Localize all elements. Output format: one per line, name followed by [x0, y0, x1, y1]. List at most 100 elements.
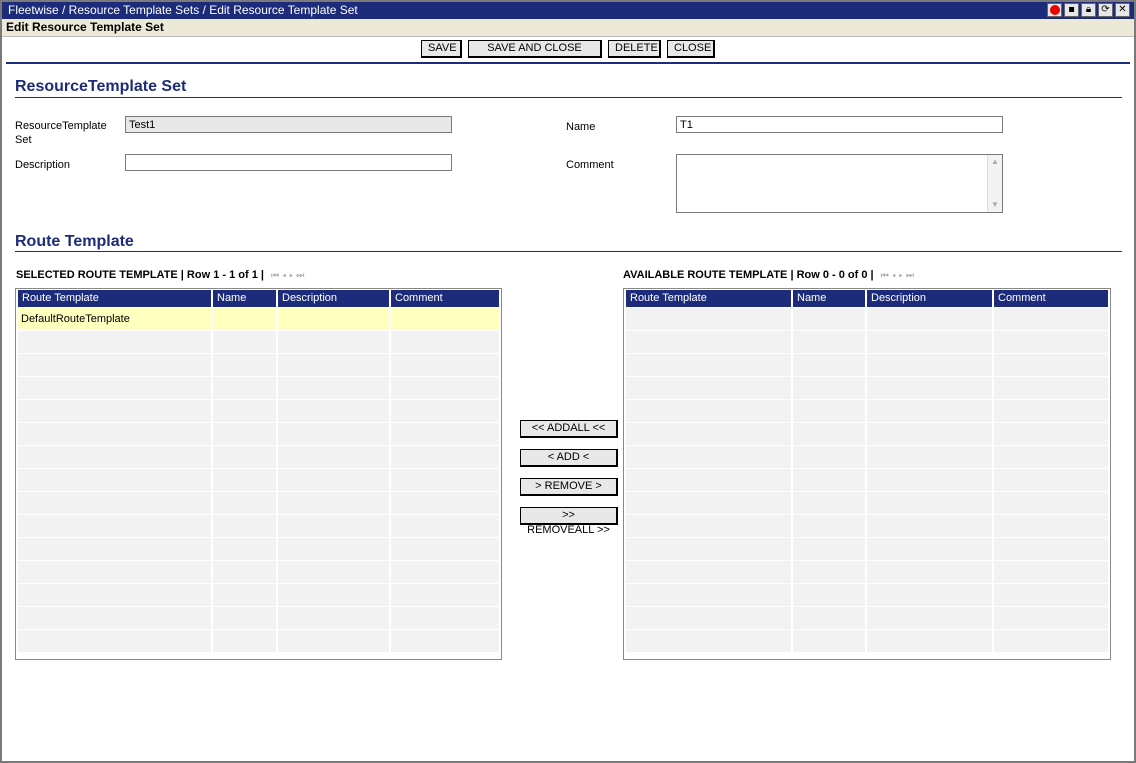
- empty-row: [626, 354, 1108, 376]
- table-cell: [213, 469, 276, 491]
- table-cell: [994, 561, 1108, 583]
- section-divider: [15, 251, 1122, 252]
- table-cell: [213, 584, 276, 606]
- table-cell: [867, 423, 992, 445]
- close-icon[interactable]: ✕: [1115, 3, 1130, 17]
- save-icon[interactable]: ▪: [1064, 3, 1079, 17]
- table-cell: [391, 446, 499, 468]
- app-window: Fleetwise / Resource Template Sets / Edi…: [0, 0, 1136, 763]
- column-header[interactable]: Route Template: [18, 290, 211, 307]
- table-cell: [626, 561, 791, 583]
- table-cell: [793, 492, 865, 514]
- table-cell: [18, 630, 211, 652]
- table-cell: [18, 400, 211, 422]
- table-cell: [18, 584, 211, 606]
- empty-row: [626, 492, 1108, 514]
- table-cell: [867, 308, 992, 330]
- table-cell: [867, 400, 992, 422]
- table-cell: [626, 584, 791, 606]
- table-cell: [626, 308, 791, 330]
- delete-button[interactable]: DELETE: [608, 40, 661, 58]
- table-cell: [867, 446, 992, 468]
- remove-button[interactable]: > REMOVE >: [520, 478, 618, 496]
- available-route-grid: Route Template Name Description Comment: [623, 288, 1111, 660]
- table-cell: [626, 630, 791, 652]
- table-cell: [867, 607, 992, 629]
- table-cell: [626, 469, 791, 491]
- table-cell: [994, 400, 1108, 422]
- comment-scrollbar[interactable]: ▲ ▼: [987, 155, 1002, 212]
- empty-row: [626, 630, 1108, 652]
- table-cell: [18, 354, 211, 376]
- column-header[interactable]: Description: [278, 290, 389, 307]
- table-cell: [994, 630, 1108, 652]
- description-field[interactable]: [125, 154, 452, 171]
- table-cell: [793, 630, 865, 652]
- pager-icons[interactable]: ⏮◂▸⏭: [271, 270, 307, 280]
- empty-row: [18, 446, 499, 468]
- close-button[interactable]: CLOSE: [667, 40, 715, 58]
- empty-row: [18, 354, 499, 376]
- available-list-heading: AVAILABLE ROUTE TEMPLATE | Row 0 - 0 of …: [623, 268, 917, 282]
- table-cell: [391, 492, 499, 514]
- remove-all-button[interactable]: >> REMOVEALL >>: [520, 507, 618, 536]
- table-cell: [391, 331, 499, 353]
- column-header[interactable]: Name: [793, 290, 865, 307]
- table-cell: [278, 538, 389, 560]
- column-header[interactable]: Comment: [391, 290, 499, 307]
- column-header[interactable]: Description: [867, 290, 992, 307]
- table-cell: [391, 354, 499, 376]
- table-cell: [867, 538, 992, 560]
- empty-row: [18, 469, 499, 491]
- save-and-close-button[interactable]: SAVE AND CLOSE: [468, 40, 602, 58]
- empty-row: [626, 561, 1108, 583]
- lock-icon[interactable]: 🔒︎: [1081, 3, 1096, 17]
- table-cell: [391, 400, 499, 422]
- table-cell: [18, 538, 211, 560]
- pager-icons[interactable]: ⏮◂▸⏭: [881, 270, 917, 280]
- table-cell: [391, 584, 499, 606]
- empty-row: [626, 515, 1108, 537]
- table-cell: [867, 377, 992, 399]
- empty-row: [626, 400, 1108, 422]
- add-all-button[interactable]: << ADDALL <<: [520, 420, 618, 438]
- section-title-set: ResourceTemplate Set: [15, 78, 187, 95]
- table-cell: [18, 331, 211, 353]
- table-cell: [867, 469, 992, 491]
- name-field[interactable]: [676, 116, 1003, 133]
- table-cell: [626, 515, 791, 537]
- empty-row: [626, 607, 1108, 629]
- table-row[interactable]: DefaultRouteTemplate: [18, 308, 499, 330]
- table-cell: [278, 607, 389, 629]
- table-cell: [213, 492, 276, 514]
- empty-row: [18, 400, 499, 422]
- comment-field[interactable]: ▲ ▼: [676, 154, 1003, 213]
- table-cell: [867, 584, 992, 606]
- table-cell: [18, 446, 211, 468]
- scroll-up-icon[interactable]: ▲: [988, 155, 1002, 169]
- table-cell: [626, 423, 791, 445]
- table-cell: [626, 607, 791, 629]
- table-cell: [793, 515, 865, 537]
- table-cell: [278, 446, 389, 468]
- column-header[interactable]: Route Template: [626, 290, 791, 307]
- empty-row: [18, 561, 499, 583]
- rt-set-field[interactable]: [125, 116, 452, 133]
- refresh-icon[interactable]: ⟳: [1098, 3, 1113, 17]
- scroll-down-icon[interactable]: ▼: [988, 198, 1002, 212]
- save-button[interactable]: SAVE: [421, 40, 462, 58]
- description-label: Description: [15, 159, 71, 171]
- table-cell: [18, 377, 211, 399]
- toolbar: SAVE SAVE AND CLOSE DELETE CLOSE: [2, 40, 1134, 63]
- comment-label: Comment: [566, 159, 614, 171]
- table-cell: [213, 354, 276, 376]
- selected-route-grid: Route Template Name Description Comment …: [15, 288, 502, 660]
- record-icon[interactable]: [1047, 3, 1062, 17]
- table-cell: [793, 331, 865, 353]
- empty-row: [626, 469, 1108, 491]
- column-header[interactable]: Name: [213, 290, 276, 307]
- add-button[interactable]: < ADD <: [520, 449, 618, 467]
- table-cell: [213, 561, 276, 583]
- table-cell: [867, 561, 992, 583]
- column-header[interactable]: Comment: [994, 290, 1108, 307]
